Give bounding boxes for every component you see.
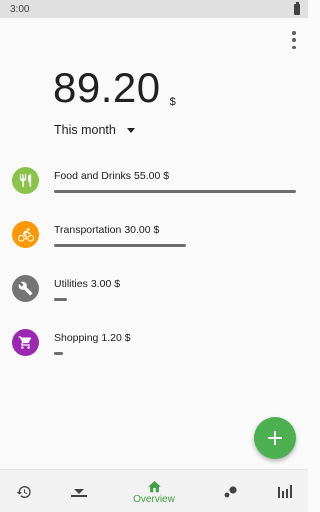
nav-overview-label: Overview bbox=[133, 493, 175, 505]
filter-icon bbox=[71, 488, 87, 497]
total-summary: 89.20 $ bbox=[53, 65, 176, 111]
restaurant-icon bbox=[12, 167, 39, 194]
plus-icon bbox=[268, 431, 282, 445]
add-expense-button[interactable] bbox=[254, 417, 296, 459]
category-bar bbox=[54, 244, 186, 247]
nav-filter[interactable] bbox=[64, 470, 94, 512]
category-bar bbox=[54, 190, 296, 193]
history-icon bbox=[16, 485, 31, 498]
category-amount: 30.00 $ bbox=[124, 224, 160, 236]
total-currency: $ bbox=[169, 96, 176, 108]
nav-overview[interactable]: Overview bbox=[124, 470, 184, 512]
battery-icon bbox=[294, 1, 300, 15]
category-name: Food and Drinks bbox=[54, 170, 132, 182]
category-bar bbox=[54, 352, 63, 355]
category-name: Transportation bbox=[54, 224, 122, 236]
wrench-icon bbox=[12, 275, 39, 302]
category-row-transportation[interactable]: Transportation 30.00 $ bbox=[0, 221, 308, 261]
status-time: 3:00 bbox=[10, 3, 30, 15]
category-row-shopping[interactable]: Shopping 1.20 $ bbox=[0, 329, 308, 369]
home-icon bbox=[147, 480, 161, 492]
overflow-menu-button[interactable] bbox=[290, 31, 298, 49]
category-amount: 3.00 $ bbox=[90, 278, 121, 290]
bike-icon bbox=[12, 221, 39, 248]
category-amount: 1.20 $ bbox=[101, 332, 131, 344]
more-vert-icon bbox=[292, 31, 296, 35]
status-bar: 3:00 bbox=[0, 0, 308, 18]
category-bar bbox=[54, 298, 67, 301]
nav-stats[interactable] bbox=[270, 470, 300, 512]
cart-icon bbox=[12, 329, 39, 356]
period-dropdown[interactable]: This month bbox=[54, 123, 135, 137]
dropdown-arrow-icon bbox=[126, 127, 135, 133]
period-label: This month bbox=[54, 123, 116, 137]
bar-chart-icon bbox=[278, 484, 292, 498]
nav-bubbles[interactable] bbox=[216, 470, 246, 512]
category-row-utilities[interactable]: Utilities 3.00 $ bbox=[0, 275, 308, 315]
nav-history[interactable] bbox=[10, 470, 38, 512]
bottom-navigation: Overview bbox=[0, 469, 308, 512]
total-amount: 89.20 bbox=[53, 64, 161, 111]
bubbles-icon bbox=[224, 485, 237, 497]
category-amount: 55.00 $ bbox=[134, 170, 170, 182]
category-name: Shopping bbox=[54, 332, 99, 344]
category-name: Utilities bbox=[54, 278, 88, 290]
category-row-food[interactable]: Food and Drinks 55.00 $ bbox=[0, 167, 308, 207]
